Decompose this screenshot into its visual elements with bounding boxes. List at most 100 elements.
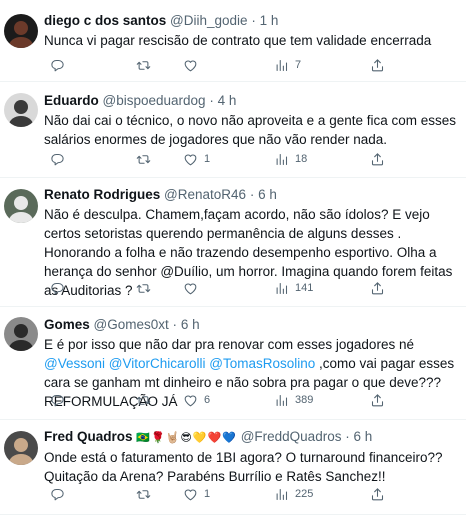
heart-icon xyxy=(183,152,198,167)
tweet-actions: 1 225 xyxy=(0,485,466,503)
share-button[interactable] xyxy=(370,150,385,168)
reply-button[interactable] xyxy=(50,150,65,168)
bar-chart-icon xyxy=(274,393,289,408)
heart-icon xyxy=(183,393,198,408)
mention-link[interactable]: @Vessoni xyxy=(44,356,105,371)
display-name[interactable]: Fred Quadros xyxy=(44,429,133,444)
share-button[interactable] xyxy=(370,391,385,409)
avatar[interactable] xyxy=(4,431,38,465)
retweet-button[interactable] xyxy=(136,56,151,74)
retweet-icon xyxy=(136,487,151,502)
separator-dot: · xyxy=(172,317,178,332)
text-segment: Não dai cai o técnico, o novo não aprove… xyxy=(44,113,457,147)
tweet-header: diego c dos santos @Diih_godie · 1 h xyxy=(44,12,458,30)
like-button[interactable] xyxy=(183,56,198,74)
avatar[interactable] xyxy=(4,14,38,48)
share-icon xyxy=(370,152,385,167)
avatar[interactable] xyxy=(4,189,38,223)
views-button[interactable]: 225 xyxy=(274,485,313,503)
retweet-button[interactable] xyxy=(136,485,151,503)
retweet-icon xyxy=(136,58,151,73)
tweet-actions: 1 18 xyxy=(0,150,466,168)
reply-icon xyxy=(50,152,65,167)
bar-chart-icon xyxy=(274,152,289,167)
reply-button[interactable] xyxy=(50,485,65,503)
share-icon xyxy=(370,393,385,408)
bar-chart-icon xyxy=(274,281,289,296)
bar-chart-icon xyxy=(274,487,289,502)
separator-dot: · xyxy=(345,429,350,444)
mention-link[interactable]: @VitorChicarolli xyxy=(109,356,206,371)
reply-tweet[interactable]: Renato Rodrigues @RenatoR46 · 6 h Não é d… xyxy=(0,178,466,307)
views-button[interactable]: 7 xyxy=(274,56,301,74)
like-count: 1 xyxy=(204,153,211,165)
views-count: 389 xyxy=(295,394,314,406)
views-count: 7 xyxy=(295,59,302,71)
tweet-actions: 141 xyxy=(0,279,466,297)
share-icon xyxy=(370,58,385,73)
timestamp[interactable]: 1 h xyxy=(260,13,279,28)
replies-feed: diego c dos santos @Diih_godie · 1 h Nunc… xyxy=(0,0,466,515)
user-handle[interactable]: @bispoeduardog xyxy=(103,93,206,108)
like-button[interactable]: 6 xyxy=(183,391,210,409)
tweet-header: Fred Quadros 🇧🇷🌹🤘🏼😎💛❤️💙 @FreddQuadros · … xyxy=(44,428,458,447)
share-button[interactable] xyxy=(370,279,385,297)
retweet-icon xyxy=(136,393,151,408)
name-emojis: 🇧🇷🌹🤘🏼😎💛❤️💙 xyxy=(136,432,237,444)
display-name[interactable]: Eduardo xyxy=(44,93,99,108)
user-handle[interactable]: @FreddQuadros xyxy=(241,429,342,444)
retweet-icon xyxy=(136,152,151,167)
bar-chart-icon xyxy=(274,58,289,73)
tweet-actions: 7 xyxy=(0,56,466,74)
views-button[interactable]: 18 xyxy=(274,150,307,168)
retweet-button[interactable] xyxy=(136,150,151,168)
separator-dot: · xyxy=(209,93,214,108)
separator-dot: · xyxy=(251,13,256,28)
user-handle[interactable]: @Gomes0xt xyxy=(94,317,169,332)
timestamp[interactable]: 6 h xyxy=(181,317,200,332)
reply-tweet[interactable]: Eduardo @bispoeduardog · 4 h Não dai cai … xyxy=(0,82,466,178)
reply-tweet[interactable]: Gomes @Gomes0xt · 6 h E é por isso que nã… xyxy=(0,307,466,420)
heart-icon xyxy=(183,281,198,296)
tweet-header: Gomes @Gomes0xt · 6 h xyxy=(44,316,458,334)
like-count: 1 xyxy=(204,488,211,500)
like-button[interactable]: 1 xyxy=(183,485,210,503)
share-button[interactable] xyxy=(370,485,385,503)
tweet-header: Renato Rodrigues @RenatoR46 · 6 h xyxy=(44,186,458,204)
text-segment: Nunca vi pagar rescisão de contrato que … xyxy=(44,33,432,48)
display-name[interactable]: Renato Rodrigues xyxy=(44,187,160,202)
user-handle[interactable]: @RenatoR46 xyxy=(164,187,246,202)
like-button[interactable]: 1 xyxy=(183,150,210,168)
retweet-button[interactable] xyxy=(136,279,151,297)
views-count: 18 xyxy=(295,153,308,165)
timestamp[interactable]: 6 h xyxy=(258,187,277,202)
display-name[interactable]: Gomes xyxy=(44,317,90,332)
user-handle[interactable]: @Diih_godie xyxy=(170,13,248,28)
like-button[interactable] xyxy=(183,279,198,297)
reply-icon xyxy=(50,393,65,408)
reply-tweet[interactable]: diego c dos santos @Diih_godie · 1 h Nunc… xyxy=(0,0,466,82)
tweet-header: Eduardo @bispoeduardog · 4 h xyxy=(44,92,458,110)
display-name[interactable]: diego c dos santos xyxy=(44,13,166,28)
mention-link[interactable]: @TomasRosolino xyxy=(209,356,315,371)
reply-button[interactable] xyxy=(50,391,65,409)
reply-button[interactable] xyxy=(50,279,65,297)
text-segment: E é por isso que não dar pra renovar com… xyxy=(44,337,414,352)
retweet-button[interactable] xyxy=(136,391,151,409)
separator-dot: · xyxy=(249,187,255,202)
timestamp[interactable]: 6 h xyxy=(353,429,372,444)
views-count: 141 xyxy=(295,282,314,294)
timestamp[interactable]: 4 h xyxy=(218,93,237,108)
views-button[interactable]: 141 xyxy=(274,279,313,297)
reply-tweet[interactable]: Fred Quadros 🇧🇷🌹🤘🏼😎💛❤️💙 @FreddQuadros · … xyxy=(0,420,466,515)
share-button[interactable] xyxy=(370,56,385,74)
heart-icon xyxy=(183,58,198,73)
heart-icon xyxy=(183,487,198,502)
reply-button[interactable] xyxy=(50,56,65,74)
avatar[interactable] xyxy=(4,317,38,351)
tweet-text: Onde está o faturamento de 1BI agora? O … xyxy=(44,448,458,486)
like-count: 6 xyxy=(204,394,211,406)
avatar[interactable] xyxy=(4,93,38,127)
views-button[interactable]: 389 xyxy=(274,391,313,409)
reply-icon xyxy=(50,281,65,296)
